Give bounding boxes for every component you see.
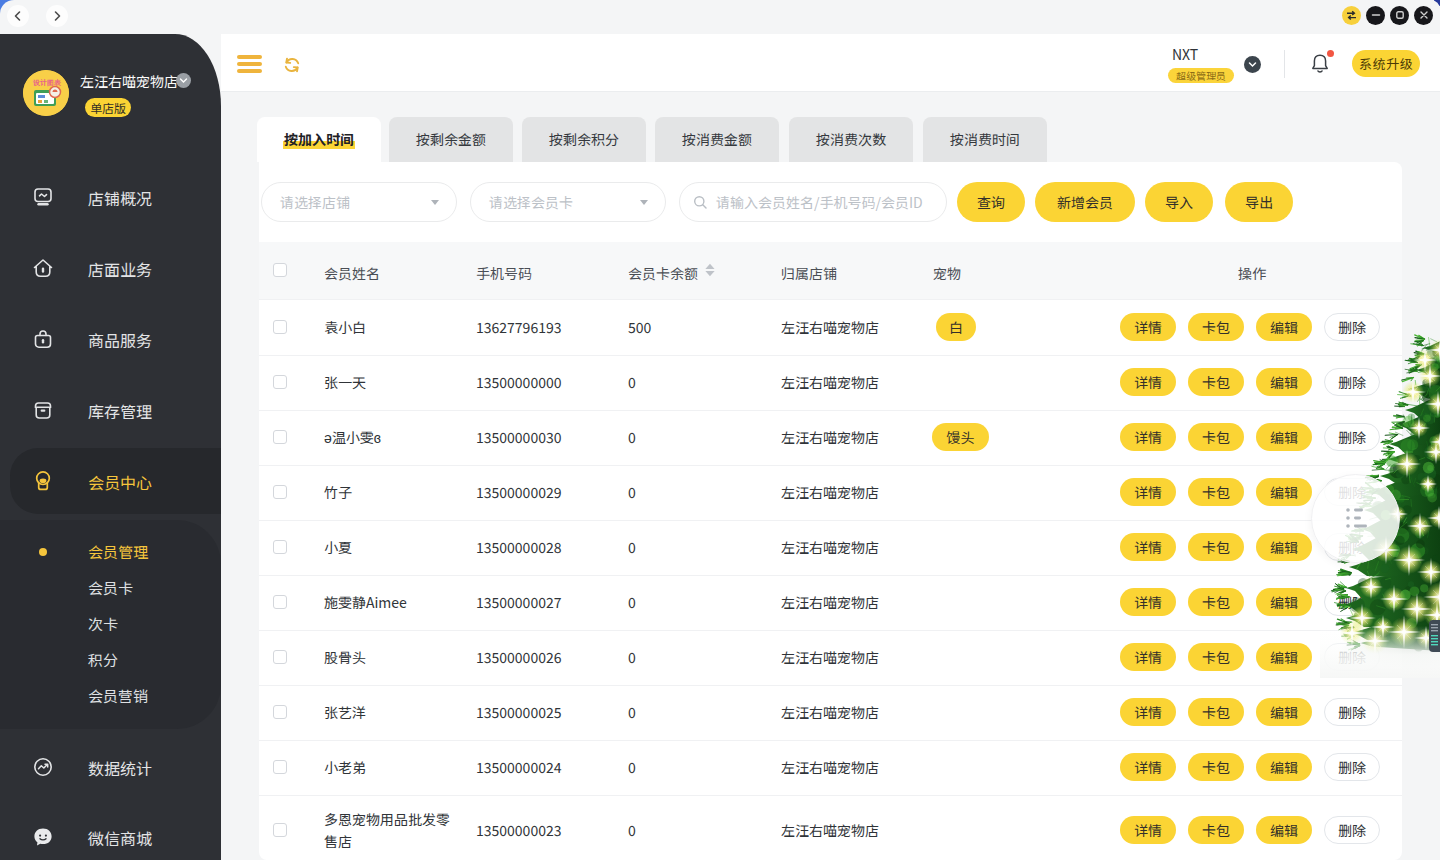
svg-text:设计图表: 设计图表 [32, 77, 62, 87]
